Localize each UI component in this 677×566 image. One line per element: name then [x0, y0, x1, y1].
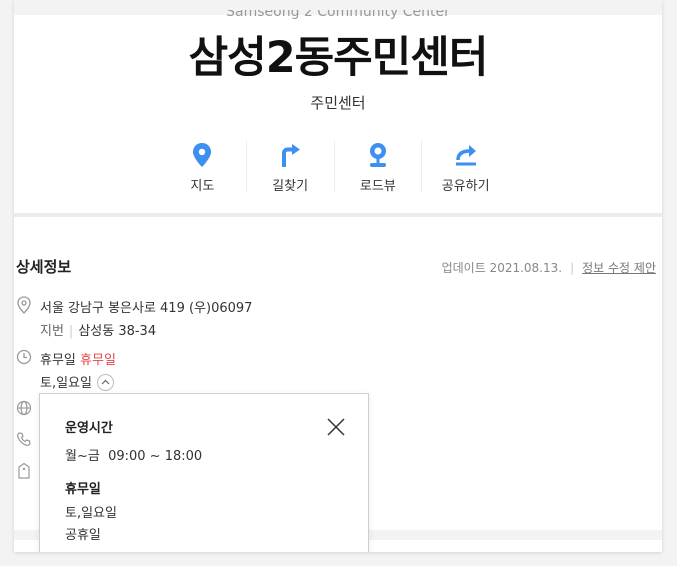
roadview-label: 로드뷰: [359, 179, 396, 194]
address-text: 서울 강남구 봉은사로 419 (우)06097: [40, 301, 253, 316]
jibun-label: 지번: [40, 324, 64, 339]
popup-hours-value: 월~금 09:00 ~ 18:00: [65, 449, 203, 464]
closed-days-row: 토,일요일: [40, 372, 114, 392]
closed-days: 토,일요일: [40, 376, 92, 391]
update-separator: |: [570, 261, 575, 275]
closed-status: 휴무일: [80, 353, 116, 368]
phone-icon: [16, 432, 31, 447]
tag-icon: [18, 462, 30, 479]
page-title: 삼성2동주민센터: [188, 33, 489, 83]
hours-summary: 휴무일 휴무일: [40, 349, 116, 368]
action-bar: 지도 길찾기 로드뷰 공유하기: [159, 140, 509, 194]
section-divider: [14, 213, 662, 217]
directions-icon: [282, 144, 301, 167]
update-info: 업데이트 2021.08.13. | 정보 수정 제안: [442, 259, 656, 276]
jibun-value: 삼성동 38-34: [78, 324, 157, 339]
chevron-up-icon: [101, 379, 110, 385]
popup-holiday-title: 휴무일: [65, 482, 101, 497]
map-pin-icon: [193, 143, 212, 167]
clock-icon: [16, 349, 32, 365]
map-label: 지도: [190, 179, 215, 194]
popup-holiday-public: 공휴일: [65, 528, 101, 543]
map-button[interactable]: 지도: [159, 140, 246, 194]
location-icon: [17, 296, 31, 314]
share-button[interactable]: 공유하기: [421, 140, 509, 194]
globe-icon: [16, 400, 32, 416]
place-card: Samseong 2 Community Center 삼성2동주민센터 주민센…: [14, 0, 662, 552]
jibun-row: 지번 | 삼성동 38-34: [40, 320, 156, 339]
popup-hours-title: 운영시간: [65, 421, 113, 436]
jibun-separator: |: [68, 324, 74, 339]
update-date: 업데이트 2021.08.13.: [441, 261, 563, 275]
roadview-icon: [369, 143, 386, 167]
hours-toggle-button[interactable]: [96, 374, 114, 391]
close-icon[interactable]: [327, 418, 345, 436]
closed-prefix: 휴무일: [40, 353, 76, 368]
roadview-button[interactable]: 로드뷰: [333, 140, 422, 194]
popup-holiday-weekend: 토,일요일: [65, 506, 117, 521]
category-label: 주민센터: [310, 94, 366, 112]
hours-popup: 운영시간 월~금 09:00 ~ 18:00 휴무일 토,일요일 공휴일: [39, 393, 369, 552]
share-icon: [455, 145, 476, 166]
directions-label: 길찾기: [272, 179, 309, 194]
suggest-edit-link[interactable]: 정보 수정 제안: [582, 261, 656, 275]
detail-section-title: 상세정보: [16, 258, 72, 276]
share-label: 공유하기: [441, 179, 490, 194]
directions-button[interactable]: 길찾기: [245, 140, 334, 194]
